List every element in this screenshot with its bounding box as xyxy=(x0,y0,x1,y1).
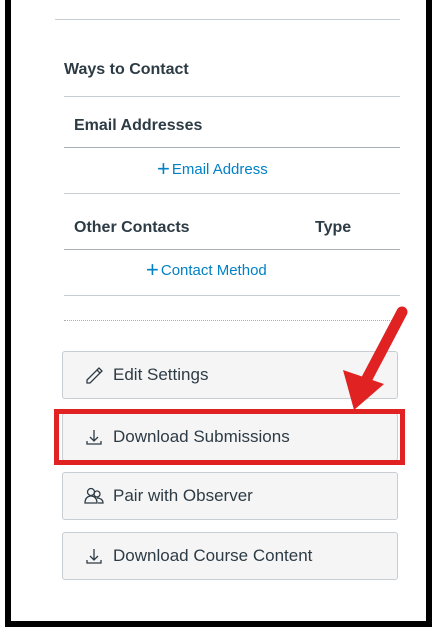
download-course-content-button[interactable]: Download Course Content xyxy=(62,532,398,580)
type-header: Type xyxy=(315,219,352,236)
download-icon xyxy=(83,545,105,567)
top-divider xyxy=(55,19,400,20)
pair-with-observer-button[interactable]: Pair with Observer xyxy=(62,472,398,520)
plus-icon: + xyxy=(157,156,170,181)
ways-to-contact-title: Ways to Contact xyxy=(64,61,189,78)
divider xyxy=(64,249,400,250)
pencil-icon xyxy=(83,364,105,386)
plus-icon: + xyxy=(146,257,159,282)
download-course-content-label: Download Course Content xyxy=(113,546,313,565)
other-contacts-header: Other Contacts xyxy=(74,219,190,236)
annotation-arrow-icon xyxy=(343,306,408,410)
highlight-box xyxy=(54,409,405,465)
divider xyxy=(64,147,400,148)
add-contact-method-link[interactable]: + Contact Method xyxy=(146,259,267,281)
email-addresses-header: Email Addresses xyxy=(74,117,203,134)
pair-with-observer-label: Pair with Observer xyxy=(113,486,253,505)
add-email-address-link[interactable]: + Email Address xyxy=(157,158,268,180)
divider xyxy=(64,96,400,97)
users-icon xyxy=(83,485,105,507)
divider xyxy=(64,193,400,194)
add-contact-method-label: Contact Method xyxy=(160,261,267,279)
divider xyxy=(64,295,400,296)
edit-settings-label: Edit Settings xyxy=(113,365,209,384)
add-email-address-label: Email Address xyxy=(171,160,268,178)
